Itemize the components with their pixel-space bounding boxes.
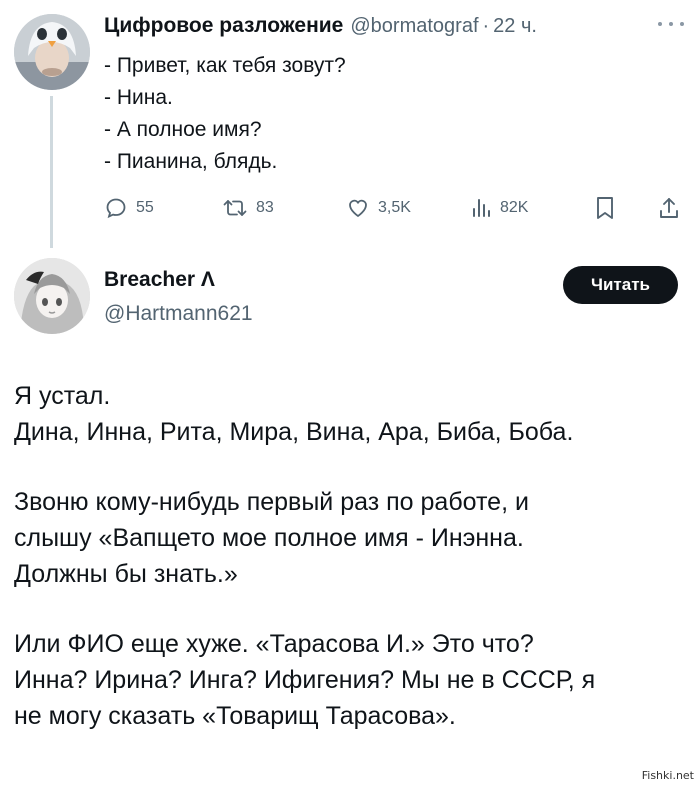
retweet-icon xyxy=(223,200,247,216)
tweet1-line: - Нина. xyxy=(104,86,173,109)
bookmark-icon xyxy=(597,197,613,219)
tweet1-author-handle[interactable]: @bormatograf xyxy=(350,15,478,38)
tweet2-text: Я устал. Дина, Инна, Рита, Мира, Вина, А… xyxy=(14,378,690,734)
retweet-count: 83 xyxy=(256,199,274,216)
tweet2-line: Звоню кому-нибудь первый раз по работе, … xyxy=(14,488,529,516)
tweet2-line: не могу сказать «Товарищ Тарасова». xyxy=(14,702,456,730)
tweet2-line: Инна? Ирина? Инга? Ифигения? Мы не в ССС… xyxy=(14,666,596,694)
tweet1-author-name[interactable]: Цифровое разложение xyxy=(104,14,343,38)
thread-connector-line xyxy=(50,96,53,248)
share-icon xyxy=(660,198,678,218)
like-button[interactable]: 3,5K xyxy=(346,192,411,224)
tweet2-author-name[interactable]: Breacher Λ xyxy=(104,268,215,292)
tweet1-separator: · xyxy=(482,15,490,37)
share-button[interactable] xyxy=(658,192,680,224)
tweet1-line: - Пианинa, блядь. xyxy=(104,150,278,173)
tweet1-line: - А полное имя? xyxy=(104,118,262,141)
views-count: 82K xyxy=(500,199,529,216)
tweet2-line: Я устал. xyxy=(14,382,111,410)
site-watermark: Fishki.net xyxy=(639,769,696,782)
views-button[interactable]: 82K xyxy=(470,192,528,224)
tweet2-author-handle[interactable]: @Hartmann621 xyxy=(104,302,253,326)
reply-icon xyxy=(106,198,126,219)
tweet2-line: Должны бы знать.» xyxy=(14,560,238,588)
tweet1-timestamp[interactable]: 22 ч. xyxy=(493,15,537,38)
retweet-button[interactable]: 83 xyxy=(222,192,274,224)
follow-button[interactable]: Читать xyxy=(563,266,678,304)
bookmark-button[interactable] xyxy=(594,192,616,224)
tweet2-line: слышу «Вапщето мое полное имя - Инэнна. xyxy=(14,524,524,552)
tweet1-action-bar: 55 83 3,5K 82K xyxy=(104,192,684,224)
user-avatar-anime-icon xyxy=(14,258,90,334)
like-count: 3,5K xyxy=(378,199,411,216)
author-avatar[interactable] xyxy=(14,14,90,90)
reply-count: 55 xyxy=(136,199,154,216)
tweet1-line: - Привет, как тебя зовут? xyxy=(104,54,346,77)
tweet1-header: Цифровое разложение @bormatograf · 22 ч. xyxy=(104,14,694,46)
reply-button[interactable]: 55 xyxy=(104,192,154,224)
tweet1-text: - Привет, как тебя зовут? - Нина. - А по… xyxy=(104,50,664,178)
author-avatar[interactable] xyxy=(14,258,90,334)
user-avatar-penguin-hat-icon xyxy=(14,14,90,90)
views-chart-icon xyxy=(473,199,490,217)
tweet2-line: Дина, Инна, Рита, Мира, Вина, Ара, Биба,… xyxy=(14,418,574,446)
tweet2-line: Или ФИО еще хуже. «Тарасова И.» Это что? xyxy=(14,630,534,658)
more-options-icon[interactable] xyxy=(658,18,684,30)
heart-icon xyxy=(349,199,367,217)
